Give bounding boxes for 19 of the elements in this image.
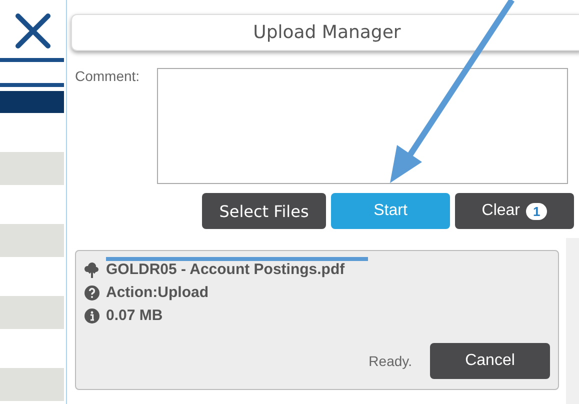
list-row — [0, 368, 64, 401]
close-icon[interactable] — [14, 12, 52, 50]
list-row — [0, 152, 64, 185]
list-row — [0, 296, 64, 329]
status-text: Ready. — [368, 353, 412, 369]
file-size: 0.07 MB — [106, 307, 163, 324]
nav-bar — [0, 91, 64, 113]
list-row — [0, 224, 64, 257]
action-button[interactable]: Select Files — [202, 193, 326, 229]
count-badge: 1 — [526, 202, 548, 220]
action-text: Action:Upload — [106, 284, 208, 301]
dialog-title: Upload Manager — [71, 14, 579, 51]
file-name: GOLDR05 - Account Postings.pdf — [106, 261, 345, 278]
comment-label: Comment: — [75, 68, 141, 86]
help-icon — [84, 284, 100, 300]
cancel-button[interactable]: Cancel — [430, 343, 550, 379]
comment-field[interactable] — [157, 68, 568, 184]
action-button[interactable]: Clear 1 — [455, 193, 574, 229]
info-icon — [84, 308, 100, 324]
